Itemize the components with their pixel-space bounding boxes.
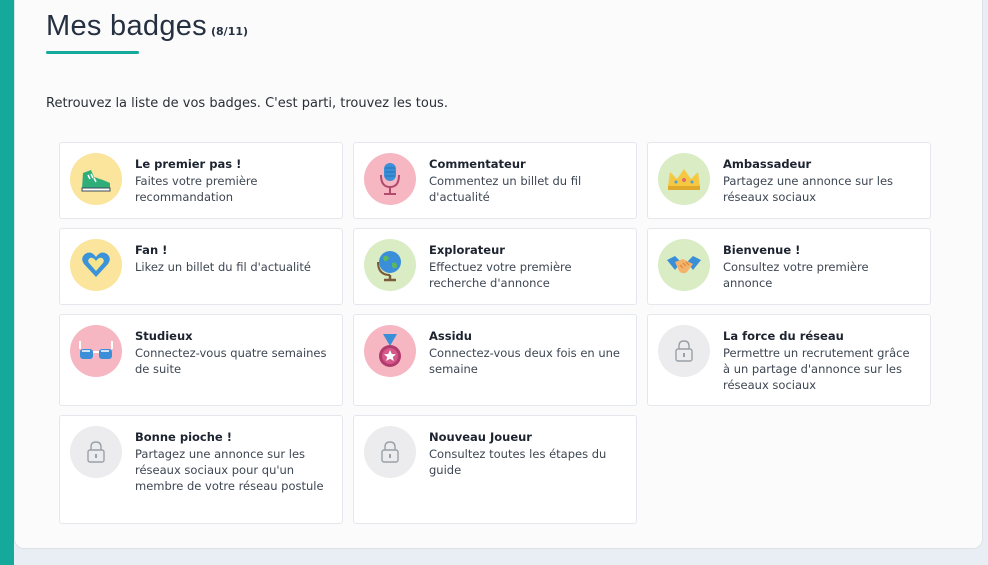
badge-description: Permettre un recrutement grâce à un part… bbox=[723, 346, 910, 392]
page-title: Mes badges (8/11) bbox=[46, 10, 248, 43]
badge-title: Explorateur bbox=[429, 243, 505, 257]
badge-title: Bonne pioche ! bbox=[135, 430, 232, 444]
heart-icon bbox=[70, 239, 122, 291]
badge-card[interactable]: Commentateur Commentez un billet du fil … bbox=[353, 142, 637, 219]
badge-description: Likez un billet du fil d'actualité bbox=[135, 260, 311, 274]
badge-title: Nouveau Joueur bbox=[429, 430, 532, 444]
badge-card[interactable]: Fan ! Likez un billet du fil d'actualité bbox=[59, 228, 343, 305]
badge-title: La force du réseau bbox=[723, 329, 844, 343]
badge-card[interactable]: Le premier pas ! Faites votre première r… bbox=[59, 142, 343, 219]
badge-card-locked[interactable]: Nouveau Joueur Consultez toutes les étap… bbox=[353, 415, 637, 524]
badge-title: Le premier pas ! bbox=[135, 157, 242, 171]
badge-description: Faites votre première recommandation bbox=[135, 174, 258, 204]
badge-card-locked[interactable]: Bonne pioche ! Partagez une annonce sur … bbox=[59, 415, 343, 524]
badge-description: Connectez-vous deux fois en une semaine bbox=[429, 346, 621, 376]
badge-description: Consultez toutes les étapes du guide bbox=[429, 447, 607, 477]
badge-description: Partagez une annonce sur les réseaux soc… bbox=[135, 447, 324, 493]
badge-count: (8/11) bbox=[211, 25, 249, 38]
intro-text: Retrouvez la liste de vos badges. C'est … bbox=[46, 96, 448, 111]
sneaker-icon bbox=[70, 153, 122, 205]
badge-description: Commentez un billet du fil d'actualité bbox=[429, 174, 582, 204]
badge-card[interactable]: Ambassadeur Partagez une annonce sur les… bbox=[647, 142, 931, 219]
badge-title: Ambassadeur bbox=[723, 157, 812, 171]
handshake-icon bbox=[658, 239, 710, 291]
accent-edge bbox=[0, 0, 14, 565]
badge-card[interactable]: Explorateur Effectuez votre première rec… bbox=[353, 228, 637, 305]
lock-icon bbox=[658, 325, 710, 377]
title-underline bbox=[46, 51, 139, 54]
badge-card[interactable]: Bienvenue ! Consultez votre première ann… bbox=[647, 228, 931, 305]
lock-icon bbox=[70, 426, 122, 478]
badge-title: Assidu bbox=[429, 329, 472, 343]
medal-icon bbox=[364, 325, 416, 377]
glasses-icon bbox=[70, 325, 122, 377]
badge-description: Effectuez votre première recherche d'ann… bbox=[429, 260, 572, 290]
crown-icon bbox=[658, 153, 710, 205]
globe-icon bbox=[364, 239, 416, 291]
badge-title: Commentateur bbox=[429, 157, 526, 171]
badge-title: Fan ! bbox=[135, 243, 168, 257]
badge-title: Studieux bbox=[135, 329, 193, 343]
badge-card-locked[interactable]: La force du réseau Permettre un recrutem… bbox=[647, 314, 931, 406]
badge-card[interactable]: Studieux Connectez-vous quatre semaines … bbox=[59, 314, 343, 406]
badge-description: Connectez-vous quatre semaines de suite bbox=[135, 346, 327, 376]
badge-card[interactable]: Assidu Connectez-vous deux fois en une s… bbox=[353, 314, 637, 406]
badge-description: Consultez votre première annonce bbox=[723, 260, 869, 290]
badge-description: Partagez une annonce sur les réseaux soc… bbox=[723, 174, 894, 204]
lock-icon bbox=[364, 426, 416, 478]
page-title-text: Mes badges bbox=[46, 10, 207, 42]
badge-title: Bienvenue ! bbox=[723, 243, 801, 257]
microphone-icon bbox=[364, 153, 416, 205]
